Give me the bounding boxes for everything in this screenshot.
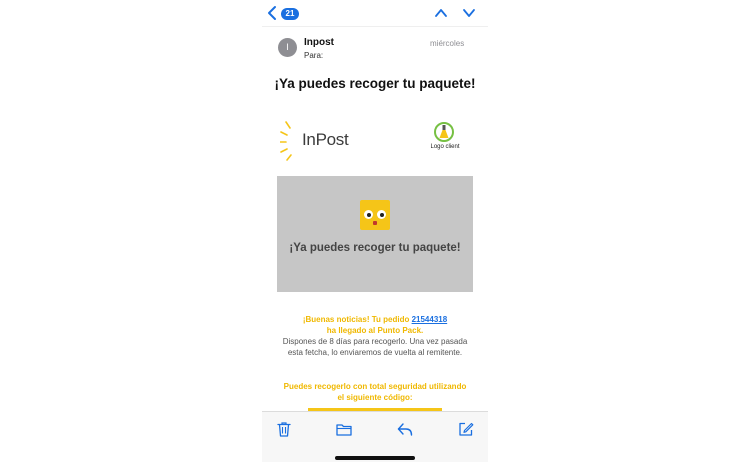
order-number-link[interactable]: 21544318: [412, 315, 448, 324]
client-logo-text: Logo client: [430, 144, 460, 150]
chevron-up-icon[interactable]: [434, 6, 448, 20]
recipient-label: Para:: [304, 51, 324, 60]
inpost-logo-text: InPost: [302, 130, 349, 149]
chevron-left-icon[interactable]: [266, 5, 280, 21]
flask-icon: [439, 125, 449, 138]
hero-banner: ¡Ya puedes recoger tu paquete!: [277, 176, 473, 292]
arrived-text: ha llegado al Punto Pack.: [326, 326, 424, 335]
banner-title: ¡Ya puedes recoger tu paquete!: [289, 242, 461, 254]
sender-name[interactable]: Inpost: [304, 37, 334, 48]
message-date: miércoles: [430, 39, 465, 48]
avatar[interactable]: I: [278, 38, 297, 57]
client-logo: Logo client: [428, 120, 462, 162]
owl-mascot-icon: [360, 200, 390, 230]
pickup-info-text: Dispones de 8 días para recogerlo. Una v…: [282, 337, 468, 357]
sender-header: I Inpost Para: miércoles: [262, 26, 488, 67]
home-indicator[interactable]: [335, 456, 415, 460]
bottom-toolbar: [262, 411, 488, 462]
folder-icon[interactable]: [336, 421, 352, 437]
unread-count-badge[interactable]: 21: [281, 8, 299, 20]
message-intro: ¡Buenas noticias! Tu pedido 21544318 ha …: [280, 314, 470, 358]
inpost-logo: InPost: [280, 118, 360, 162]
compose-icon[interactable]: [458, 421, 474, 437]
email-subject: ¡Ya puedes recoger tu paquete!: [274, 76, 476, 91]
good-news-text: ¡Buenas noticias! Tu pedido: [302, 315, 410, 324]
top-navigation: 21: [262, 0, 488, 26]
reply-icon[interactable]: [397, 421, 413, 437]
chevron-down-icon[interactable]: [462, 6, 476, 20]
trash-icon[interactable]: [276, 421, 292, 437]
security-text: Puedes recogerlo con total seguridad uti…: [283, 382, 467, 402]
security-message: Puedes recogerlo con total seguridad uti…: [280, 381, 470, 403]
mail-screen: 21 I Inpost Para: miércoles ¡Ya puedes r…: [262, 0, 488, 462]
